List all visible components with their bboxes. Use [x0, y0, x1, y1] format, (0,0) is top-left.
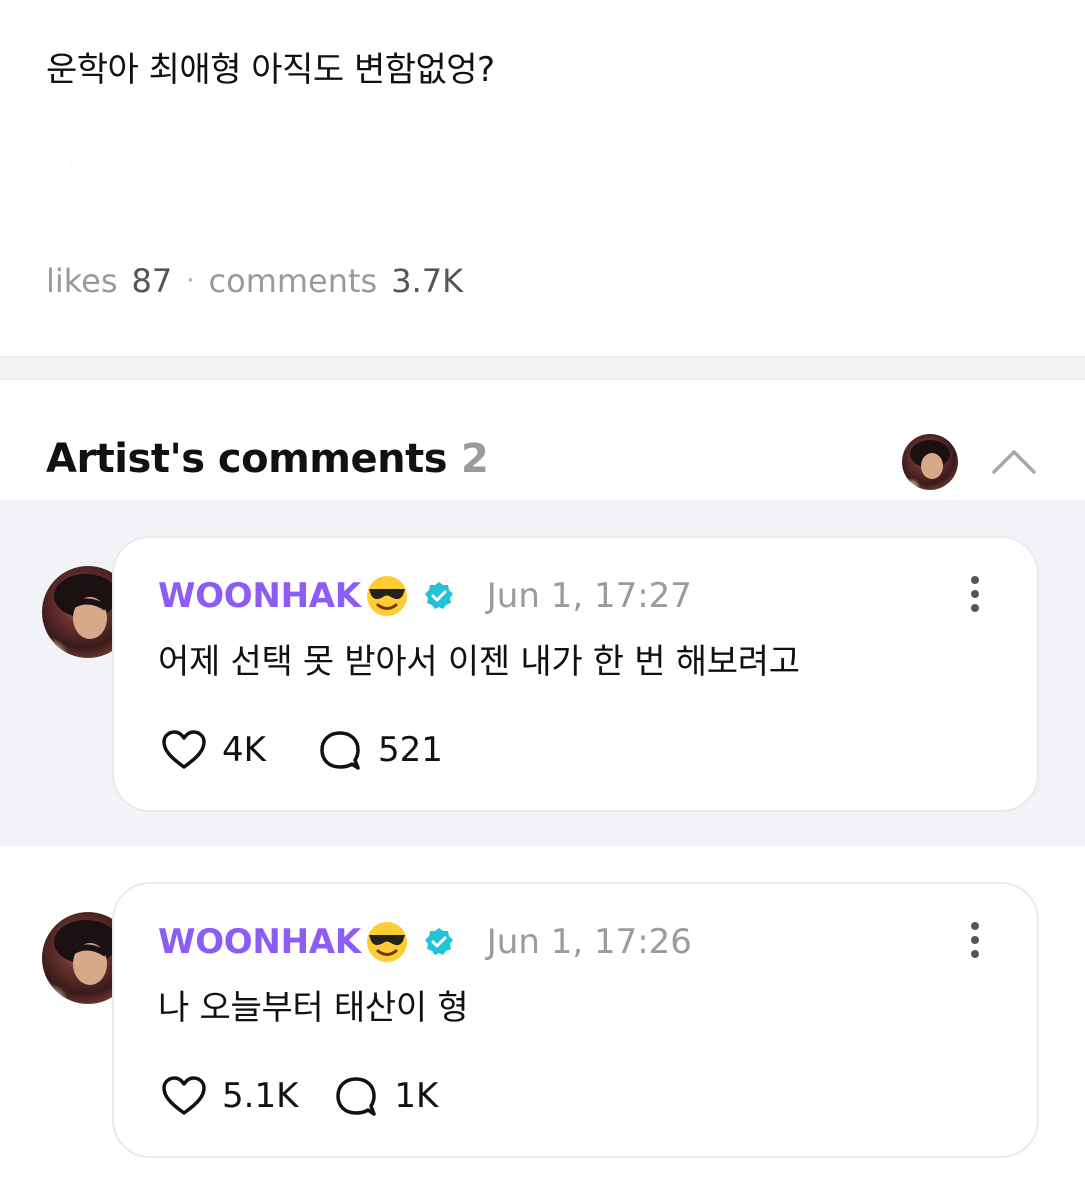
- comment-time: Jun 1, 17:26: [486, 922, 692, 962]
- comment-text: 어제 선택 못 받아서 이젠 내가 한 번 해보려고: [158, 642, 800, 682]
- like-button[interactable]: 5.1K: [160, 1072, 298, 1120]
- heart-icon: [160, 726, 208, 774]
- speech-bubble-icon: [316, 726, 364, 774]
- sunglasses-emoji-icon: [363, 918, 411, 966]
- artist-avatar-small[interactable]: [902, 434, 958, 490]
- comment-text: 나 오늘부터 태산이 형: [158, 988, 469, 1028]
- comments-label[interactable]: comments: [209, 262, 378, 300]
- likes-label: likes: [46, 262, 118, 300]
- comment-actions: 4K 521: [160, 726, 443, 774]
- post-stats: likes 87 · comments 3.7K: [46, 262, 463, 300]
- comments-count[interactable]: 3.7K: [391, 262, 463, 300]
- comment-actions: 5.1K 1K: [160, 1072, 438, 1120]
- faint-dots: · ·: [70, 158, 122, 169]
- reply-count: 1K: [394, 1076, 439, 1116]
- reply-button[interactable]: 521: [316, 726, 443, 774]
- artist-comment-block: WOONHAK Jun 1, 17:26 나 오늘부터 태산이 형 5.1K 1…: [0, 846, 1085, 1200]
- reply-count: 521: [377, 730, 443, 770]
- artist-comments-title: Artist's comments: [46, 436, 448, 482]
- artist-comments-count: 2: [461, 436, 489, 482]
- sunglasses-emoji-icon: [363, 572, 411, 620]
- verified-badge-icon: [423, 926, 455, 958]
- comment-time: Jun 1, 17:27: [486, 576, 692, 616]
- comment-card[interactable]: WOONHAK Jun 1, 17:27 어제 선택 못 받아서 이젠 내가 한…: [112, 536, 1039, 812]
- verified-badge-icon: [423, 580, 455, 612]
- like-count: 5.1K: [222, 1076, 299, 1116]
- like-button[interactable]: 4K: [160, 726, 266, 774]
- comment-header: WOONHAK Jun 1, 17:26: [158, 918, 692, 966]
- section-divider: [0, 356, 1085, 380]
- reply-button[interactable]: 1K: [332, 1072, 438, 1120]
- stats-separator: ·: [186, 266, 195, 296]
- comment-author[interactable]: WOONHAK: [158, 922, 361, 962]
- artist-comment-block: WOONHAK Jun 1, 17:27 어제 선택 못 받아서 이젠 내가 한…: [0, 500, 1085, 846]
- comment-card[interactable]: WOONHAK Jun 1, 17:26 나 오늘부터 태산이 형 5.1K 1…: [112, 882, 1039, 1158]
- speech-bubble-icon: [332, 1072, 380, 1120]
- chevron-up-icon[interactable]: [990, 442, 1038, 482]
- comment-header: WOONHAK Jun 1, 17:27: [158, 572, 692, 620]
- artist-comments-header: Artist's comments 2: [46, 436, 489, 482]
- more-options-icon[interactable]: [965, 920, 985, 960]
- post-text: 운학아 최애형 아직도 변함없엉?: [46, 50, 495, 90]
- more-options-icon[interactable]: [965, 574, 985, 614]
- comment-author[interactable]: WOONHAK: [158, 576, 361, 616]
- heart-icon: [160, 1072, 208, 1120]
- likes-count: 87: [131, 262, 173, 300]
- like-count: 4K: [222, 730, 266, 770]
